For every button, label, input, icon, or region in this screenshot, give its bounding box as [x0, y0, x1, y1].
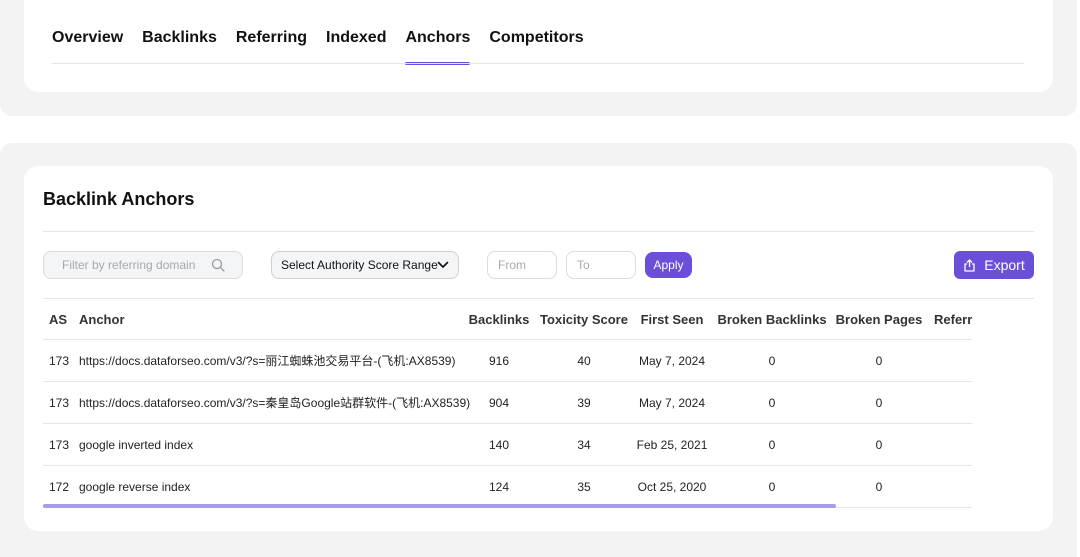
cell-first-seen: May 7, 2024 — [638, 395, 706, 410]
cell-toxicity: 40 — [577, 353, 591, 368]
cell-broken-pages: 0 — [875, 353, 883, 368]
cell-as: 173 — [49, 353, 70, 368]
header-first-seen[interactable]: First Seen — [639, 299, 705, 339]
cell-as: 172 — [49, 479, 70, 494]
header-anchor[interactable]: Anchor — [79, 299, 125, 339]
cell-toxicity: 35 — [577, 479, 591, 494]
anchors-card: Backlink Anchors Select Authority Score … — [24, 166, 1053, 531]
header-referring[interactable]: Referr — [934, 299, 972, 339]
tab-competitors[interactable]: Competitors — [489, 29, 583, 63]
horizontal-scrollbar[interactable] — [43, 504, 836, 508]
chevron-down-icon — [437, 261, 449, 268]
apply-button[interactable]: Apply — [645, 252, 692, 278]
table-row: 172 google reverse index 124 35 Oct 25, … — [43, 466, 972, 508]
cell-first-seen: Feb 25, 2021 — [636, 437, 708, 452]
cell-toxicity: 39 — [577, 395, 591, 410]
cell-broken-backlinks: 0 — [768, 437, 776, 452]
section-title: Backlink Anchors — [43, 189, 195, 209]
cell-broken-backlinks: 0 — [768, 479, 776, 494]
domain-filter-input[interactable] — [44, 252, 204, 278]
cell-first-seen: Oct 25, 2020 — [637, 479, 707, 494]
cell-backlinks: 140 — [488, 437, 510, 452]
table-row: 173 https://docs.dataforseo.com/v3/?s=秦皇… — [43, 382, 972, 424]
cell-anchor[interactable]: google reverse index — [79, 466, 190, 507]
table-row: 173 https://docs.dataforseo.com/v3/?s=丽江… — [43, 340, 972, 382]
tab-backlinks[interactable]: Backlinks — [142, 29, 217, 63]
export-button[interactable]: Export — [954, 251, 1034, 279]
cell-backlinks: 916 — [488, 353, 510, 368]
from-input[interactable] — [488, 252, 556, 278]
header-broken-backlinks[interactable]: Broken Backlinks — [717, 299, 826, 339]
header-broken-pages[interactable]: Broken Pages — [836, 299, 923, 339]
table-header-row: AS Anchor Backlinks Toxicity Score First… — [43, 299, 972, 340]
anchors-table: AS Anchor Backlinks Toxicity Score First… — [43, 298, 1034, 508]
cell-backlinks: 904 — [488, 395, 510, 410]
cell-toxicity: 34 — [577, 437, 591, 452]
cell-broken-pages: 0 — [875, 437, 883, 452]
domain-filter — [43, 251, 243, 279]
cell-anchor[interactable]: https://docs.dataforseo.com/v3/?s=丽江蜘蛛池交… — [79, 340, 455, 381]
cell-broken-pages: 0 — [875, 479, 883, 494]
search-icon[interactable] — [211, 258, 225, 272]
cell-broken-backlinks: 0 — [768, 395, 776, 410]
authority-score-select[interactable]: Select Authority Score Range — [271, 251, 459, 279]
cell-as: 173 — [49, 437, 70, 452]
tab-indexed[interactable]: Indexed — [326, 29, 386, 63]
header-backlinks[interactable]: Backlinks — [469, 299, 530, 339]
cell-broken-pages: 0 — [875, 395, 883, 410]
cell-anchor[interactable]: https://docs.dataforseo.com/v3/?s=秦皇岛Goo… — [79, 382, 470, 423]
tabs-card: Overview Backlinks Referring Indexed Anc… — [24, 0, 1053, 92]
cell-anchor[interactable]: google inverted index — [79, 424, 193, 465]
cell-broken-backlinks: 0 — [768, 353, 776, 368]
from-field — [487, 251, 557, 279]
title-divider — [43, 231, 1034, 232]
tab-bar: Overview Backlinks Referring Indexed Anc… — [52, 29, 603, 65]
cell-backlinks: 124 — [488, 479, 510, 494]
export-icon — [964, 258, 975, 272]
header-as[interactable]: AS — [49, 299, 67, 339]
to-field — [566, 251, 636, 279]
tab-divider — [52, 63, 1024, 64]
to-input[interactable] — [567, 252, 635, 278]
cell-as: 173 — [49, 395, 70, 410]
header-toxicity[interactable]: Toxicity Score — [540, 299, 628, 339]
tab-referring[interactable]: Referring — [236, 29, 307, 63]
table-row: 173 google inverted index 140 34 Feb 25,… — [43, 424, 972, 466]
tab-overview[interactable]: Overview — [52, 29, 123, 63]
cell-first-seen: May 7, 2024 — [638, 353, 706, 368]
authority-score-select-label: Select Authority Score Range — [281, 258, 438, 272]
export-button-label: Export — [984, 257, 1025, 273]
tab-anchors[interactable]: Anchors — [405, 29, 470, 65]
